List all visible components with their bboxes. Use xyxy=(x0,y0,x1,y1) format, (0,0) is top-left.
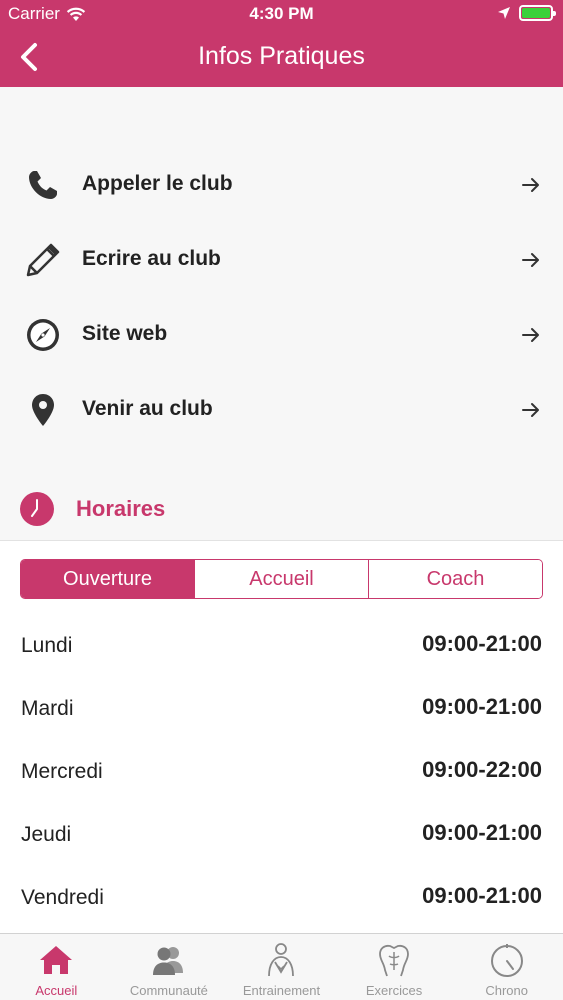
tab-label: Accueil xyxy=(35,983,78,998)
day-label: Lundi xyxy=(21,634,73,657)
website-row[interactable]: Site web xyxy=(0,297,563,372)
hours-value: 09:00-21:00 xyxy=(422,883,542,908)
schedule-panel: Ouverture Accueil Coach Lundi 09:00-21:0… xyxy=(0,540,563,933)
segment-ouverture[interactable]: Ouverture xyxy=(21,560,194,598)
tab-accueil[interactable]: Accueil xyxy=(0,934,113,1000)
day-label: Mardi xyxy=(21,697,74,720)
battery-icon xyxy=(519,5,556,21)
training-icon xyxy=(263,942,299,978)
status-right xyxy=(497,5,556,21)
hours-value: 09:00-21:00 xyxy=(422,694,542,719)
hours-row: Jeudi 09:00-21:00 xyxy=(0,805,563,868)
write-club-row[interactable]: Ecrire au club xyxy=(0,222,563,297)
tab-label: Chrono xyxy=(485,983,528,998)
directions-row[interactable]: Venir au club xyxy=(0,372,563,447)
status-bar: Carrier 4:30 PM xyxy=(0,0,563,28)
hours-row: Vendredi 09:00-21:00 xyxy=(0,868,563,931)
segment-accueil[interactable]: Accueil xyxy=(194,560,368,598)
clock-icon xyxy=(20,492,54,526)
hours-row: Lundi 09:00-21:00 xyxy=(0,616,563,679)
horaires-header: Horaires xyxy=(0,490,563,540)
schedule-segmented-control: Ouverture Accueil Coach xyxy=(20,559,543,599)
tab-label: Communauté xyxy=(129,983,208,998)
segment-coach[interactable]: Coach xyxy=(368,560,542,598)
exercises-icon xyxy=(376,942,412,978)
call-club-row[interactable]: Appeler le club xyxy=(0,147,563,222)
location-arrow-icon xyxy=(498,7,510,19)
tab-entrainement[interactable]: Entrainement xyxy=(225,934,338,1000)
tab-communaute[interactable]: Communauté xyxy=(113,934,226,1000)
status-time: 4:30 PM xyxy=(249,4,314,23)
day-label: Vendredi xyxy=(21,886,104,909)
pencil-icon xyxy=(24,241,62,279)
hours-row: Mardi 09:00-21:00 xyxy=(0,679,563,742)
arrow-right-icon xyxy=(522,328,539,342)
hours-row: Mercredi 09:00-22:00 xyxy=(0,742,563,805)
map-pin-icon xyxy=(24,391,62,429)
tab-chrono[interactable]: Chrono xyxy=(450,934,563,1000)
tab-label: Exercices xyxy=(365,983,423,998)
chrono-icon xyxy=(489,942,525,978)
tab-bar: Accueil Communauté Entrainement Exercice… xyxy=(0,933,563,1000)
navigation-bar: Infos Pratiques xyxy=(0,28,563,87)
community-icon xyxy=(151,942,187,978)
contact-list: Appeler le club Ecrire au club Site web … xyxy=(0,147,563,447)
phone-icon xyxy=(24,166,62,204)
call-club-label: Appeler le club xyxy=(82,172,233,195)
arrow-right-icon xyxy=(522,178,539,192)
website-label: Site web xyxy=(82,322,168,345)
directions-label: Venir au club xyxy=(82,397,213,420)
horaires-title: Horaires xyxy=(76,496,166,521)
hours-value: 09:00-21:00 xyxy=(422,820,542,845)
compass-icon xyxy=(24,316,62,354)
day-label: Mercredi xyxy=(21,760,103,783)
hours-value: 09:00-21:00 xyxy=(422,631,542,656)
hours-value: 09:00-22:00 xyxy=(422,757,542,782)
tab-exercices[interactable]: Exercices xyxy=(338,934,451,1000)
hours-list: Lundi 09:00-21:00 Mardi 09:00-21:00 Merc… xyxy=(0,616,563,931)
write-club-label: Ecrire au club xyxy=(82,247,221,270)
tab-label: Entrainement xyxy=(242,983,321,998)
arrow-right-icon xyxy=(522,253,539,267)
arrow-right-icon xyxy=(522,403,539,417)
home-icon xyxy=(38,942,74,978)
day-label: Jeudi xyxy=(21,823,72,846)
page-title: Infos Pratiques xyxy=(198,42,365,70)
